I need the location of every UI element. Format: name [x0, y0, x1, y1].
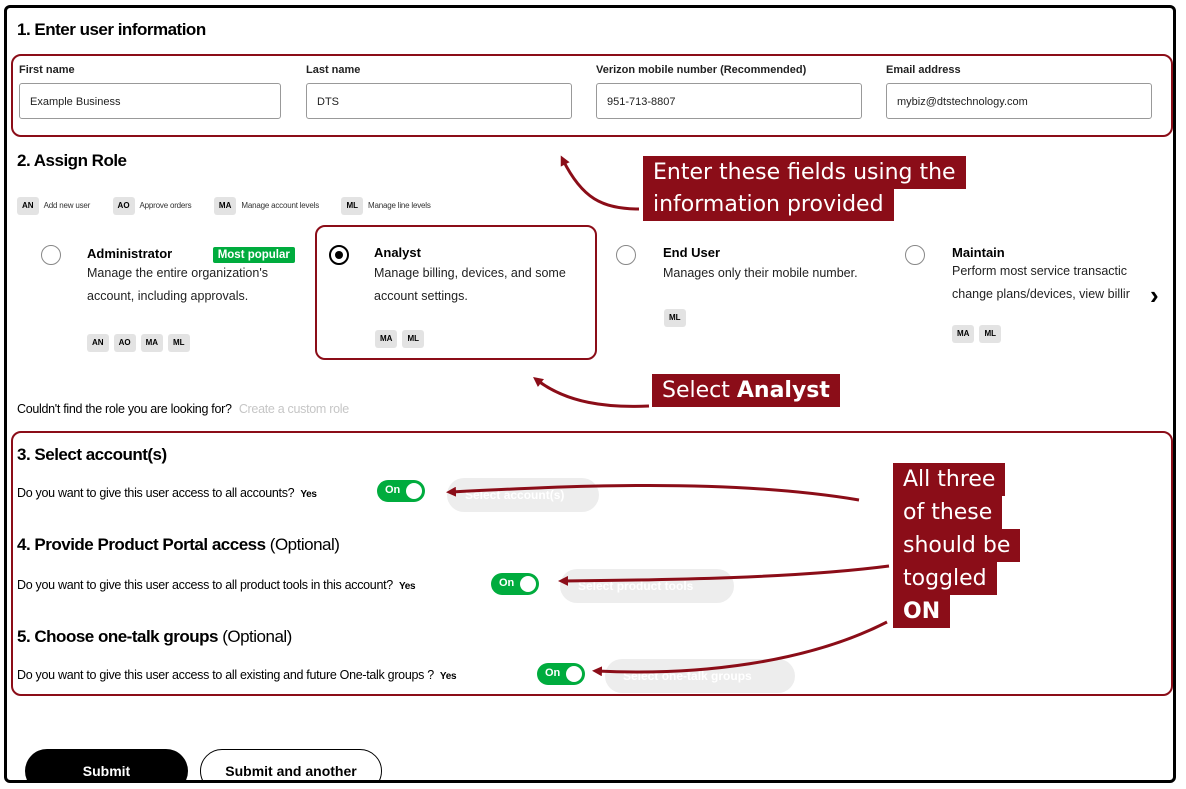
callout-text: information provided [653, 192, 884, 217]
toggle-arrow-onetalk [592, 620, 888, 677]
callout-text: toggled [893, 562, 997, 595]
fields-callout: Enter these fields using the [643, 156, 966, 189]
callout-text: should be [893, 529, 1021, 562]
page-frame: 1. Enter user information First name Exa… [4, 5, 1176, 783]
callout-text: of these [893, 496, 1003, 529]
callout-bold: Analyst [736, 378, 830, 403]
toggle-callout: All three of these should be toggled ON [893, 463, 1021, 628]
fields-callout-arrow [560, 155, 640, 211]
annotation-arrows [446, 155, 890, 677]
toggle-arrow-products [558, 564, 890, 586]
fields-callout-line2: information provided [643, 188, 894, 221]
callout-text: All three [893, 463, 1006, 496]
callout-text: Select [662, 378, 737, 403]
analyst-callout-arrow [533, 376, 650, 408]
callout-text: Enter these fields using the [653, 160, 956, 185]
toggle-arrow-accounts [446, 484, 860, 502]
analyst-callout: Select Analyst [652, 374, 840, 407]
callout-bold: ON [893, 595, 951, 628]
